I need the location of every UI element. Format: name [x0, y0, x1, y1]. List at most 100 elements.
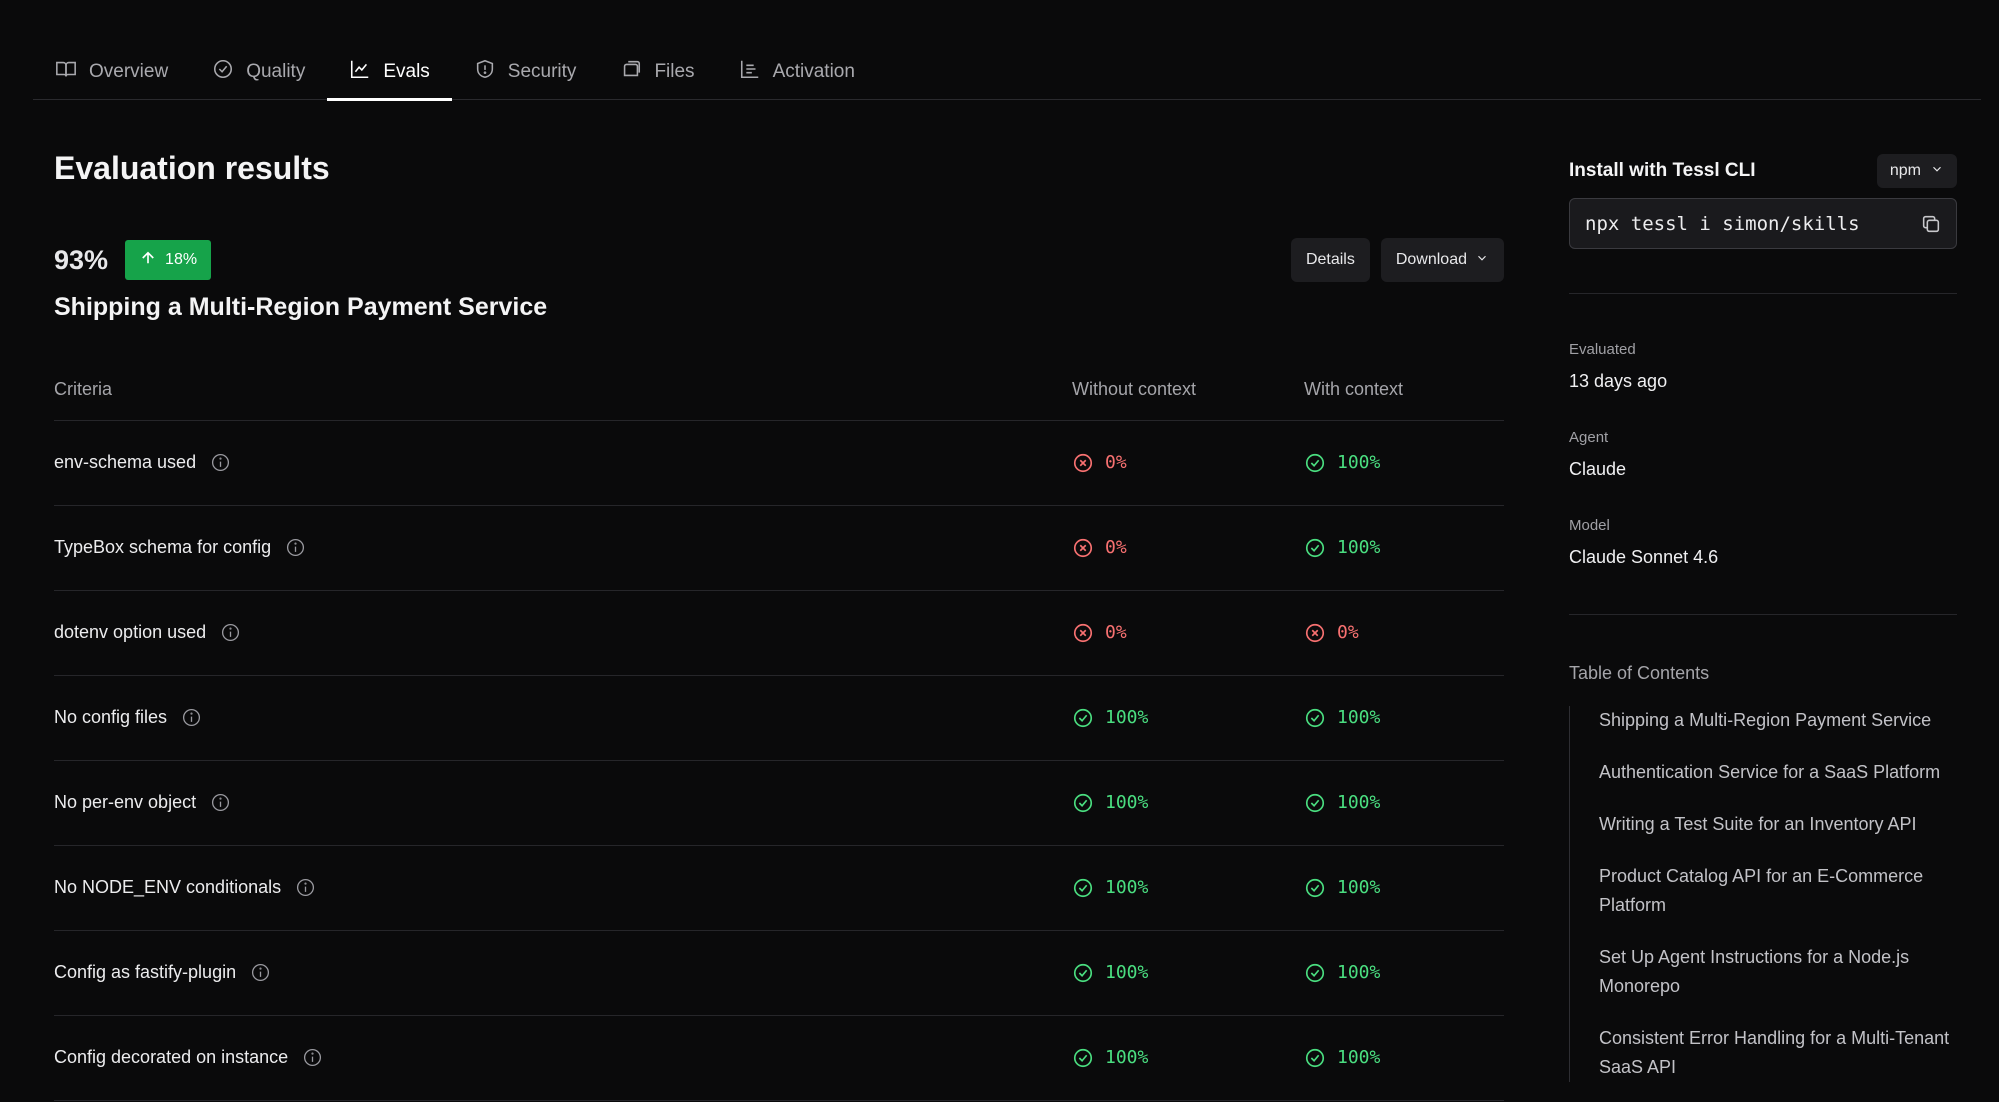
check-circle-icon — [1304, 452, 1326, 474]
tab-label: Quality — [246, 61, 306, 82]
tab-security[interactable]: Security — [452, 44, 599, 100]
with-context-result: 100% — [1304, 537, 1504, 559]
tab-quality[interactable]: Quality — [190, 44, 327, 100]
tab-overview[interactable]: Overview — [33, 44, 190, 100]
copy-icon[interactable] — [1920, 213, 1942, 235]
delta-value: 18% — [165, 251, 198, 268]
divider — [1569, 614, 1957, 615]
criteria-label: No NODE_ENV conditionals — [54, 877, 282, 897]
tab-evals[interactable]: Evals — [327, 44, 453, 101]
model-label: Model — [1569, 517, 1610, 534]
with-context-value: 100% — [1337, 537, 1381, 558]
toc-item[interactable]: Shipping a Multi-Region Payment Service — [1599, 706, 1957, 735]
install-title: Install with Tessl CLI — [1569, 160, 1756, 181]
criteria-label: TypeBox schema for config — [54, 537, 272, 557]
bar-chart-icon — [739, 58, 761, 86]
info-icon[interactable] — [302, 1047, 323, 1068]
tab-files[interactable]: Files — [598, 44, 716, 100]
with-context-result: 100% — [1304, 792, 1504, 814]
criteria-label: env-schema used — [54, 452, 197, 472]
criteria-label: Config as fastify-plugin — [54, 962, 237, 982]
without-context-result: 0% — [1072, 537, 1304, 559]
install-command[interactable]: npx tessl i simon/skills — [1569, 198, 1957, 249]
criteria-label: dotenv option used — [54, 622, 207, 642]
without-context-value: 0% — [1105, 622, 1127, 643]
toc-item[interactable]: Set Up Agent Instructions for a Node.js … — [1599, 943, 1957, 1001]
page-title: Evaluation results — [54, 150, 330, 186]
check-circle-icon — [1304, 962, 1326, 984]
without-context-result: 100% — [1072, 1047, 1304, 1069]
info-icon[interactable] — [210, 452, 231, 473]
without-context-result: 100% — [1072, 962, 1304, 984]
toc-item[interactable]: Writing a Test Suite for an Inventory AP… — [1599, 810, 1957, 839]
info-icon[interactable] — [285, 537, 306, 558]
chevron-down-icon — [1930, 162, 1944, 181]
tab-label: Security — [507, 61, 577, 82]
package-manager-select[interactable]: npm — [1876, 154, 1957, 188]
without-context-value: 100% — [1105, 707, 1149, 728]
with-context-value: 100% — [1337, 962, 1381, 983]
check-circle-icon — [1304, 707, 1326, 729]
tab-bar: Overview Quality Evals Security Files Ac… — [33, 44, 1981, 101]
check-circle-icon — [1072, 962, 1094, 984]
check-circle-icon — [1304, 877, 1326, 899]
tab-label: Activation — [772, 61, 855, 82]
evaluated-value: 13 days ago — [1569, 371, 1668, 391]
without-context-result: 100% — [1072, 877, 1304, 899]
without-context-value: 100% — [1105, 962, 1149, 983]
criteria-label: No per-env object — [54, 792, 197, 812]
details-button[interactable]: Details — [1290, 238, 1370, 282]
files-icon — [620, 58, 642, 86]
info-icon[interactable] — [210, 792, 231, 813]
tab-label: Overview — [89, 61, 169, 82]
table-row: Config as fastify-plugin 100% 100% — [54, 930, 1504, 1016]
criteria-table: Criteria Without context With context en… — [54, 376, 1504, 1101]
x-circle-icon — [1072, 452, 1094, 474]
eval-metadata: Evaluated 13 days ago Agent Claude Model… — [1569, 294, 1957, 614]
without-context-header: Without context — [1072, 376, 1304, 421]
table-row: No NODE_ENV conditionals 100% 100% — [54, 845, 1504, 931]
with-context-value: 100% — [1337, 1047, 1381, 1068]
model-value: Claude Sonnet 4.6 — [1569, 547, 1719, 567]
without-context-value: 0% — [1105, 537, 1127, 558]
with-context-result: 100% — [1304, 1047, 1504, 1069]
score-value: 93% — [54, 244, 109, 275]
chevron-down-icon — [1475, 251, 1489, 270]
download-button[interactable]: Download — [1380, 238, 1504, 282]
table-row: env-schema used 0% 100% — [54, 420, 1504, 506]
tab-label: Evals — [383, 61, 430, 82]
x-circle-icon — [1072, 622, 1094, 644]
table-row: TypeBox schema for config 0% 100% — [54, 505, 1504, 591]
download-label: Download — [1395, 251, 1467, 268]
tab-activation[interactable]: Activation — [717, 44, 877, 100]
book-icon — [55, 58, 77, 86]
toc-item[interactable]: Consistent Error Handling for a Multi-Te… — [1599, 1024, 1957, 1082]
toc-item[interactable]: Product Catalog API for an E-Commerce Pl… — [1599, 862, 1957, 920]
score-row: 93% 18% Details Download — [54, 238, 1504, 282]
agent-value: Claude — [1569, 459, 1627, 479]
criteria-label: Config decorated on instance — [54, 1047, 289, 1067]
with-context-result: 0% — [1304, 622, 1504, 644]
info-icon[interactable] — [295, 877, 316, 898]
evaluated-label: Evaluated — [1569, 341, 1636, 358]
with-context-value: 100% — [1337, 877, 1381, 898]
table-of-contents: Shipping a Multi-Region Payment Service A… — [1569, 706, 1957, 1082]
evaluation-results: Evaluation results 93% 18% Details Downl… — [54, 150, 1504, 1101]
scenario-title: Shipping a Multi-Region Payment Service — [54, 293, 548, 321]
without-context-value: 100% — [1105, 792, 1149, 813]
check-circle-icon — [1072, 707, 1094, 729]
without-context-value: 100% — [1105, 877, 1149, 898]
without-context-result: 0% — [1072, 622, 1304, 644]
with-context-value: 100% — [1337, 792, 1381, 813]
info-icon[interactable] — [181, 707, 202, 728]
sidebar: Install with Tessl CLI npm npx tessl i s… — [1569, 154, 1957, 1102]
with-context-value: 100% — [1337, 452, 1381, 473]
with-context-result: 100% — [1304, 877, 1504, 899]
check-circle-icon — [1304, 537, 1326, 559]
toc-item[interactable]: Authentication Service for a SaaS Platfo… — [1599, 758, 1957, 787]
check-circle-icon — [1304, 1047, 1326, 1069]
info-icon[interactable] — [250, 962, 271, 983]
without-context-result: 0% — [1072, 452, 1304, 474]
package-manager-value: npm — [1889, 162, 1921, 179]
info-icon[interactable] — [220, 622, 241, 643]
